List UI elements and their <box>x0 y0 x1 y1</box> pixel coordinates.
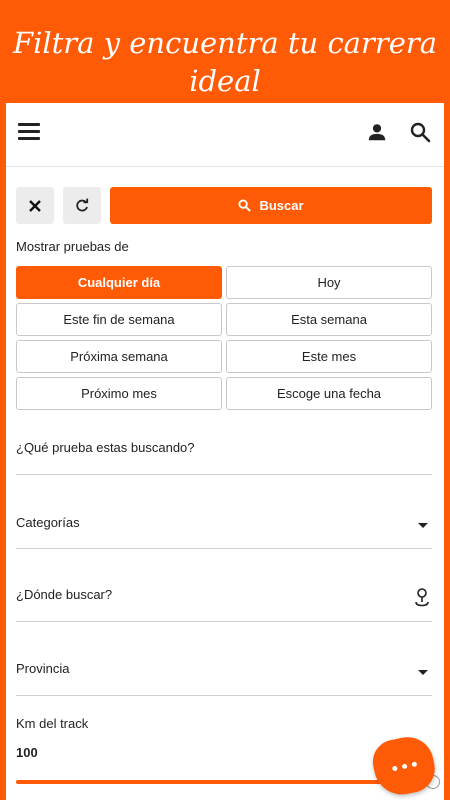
location-field[interactable]: ¿Dónde buscar? <box>16 573 432 622</box>
chevron-down-icon <box>418 523 428 528</box>
close-icon <box>29 199 41 212</box>
menu-icon[interactable] <box>18 123 40 140</box>
banner-title-line1: Filtra y encuentra tu carrera <box>12 26 438 60</box>
province-select[interactable]: Provincia <box>16 647 432 696</box>
chat-dot-icon <box>391 765 398 772</box>
search-button-label: Buscar <box>259 198 304 213</box>
user-icon[interactable] <box>366 121 388 143</box>
race-search-field[interactable]: ¿Qué prueba estas buscando? <box>16 428 432 475</box>
date-option-this-month[interactable]: Este mes <box>226 340 432 373</box>
distance-slider-track[interactable] <box>16 780 426 784</box>
date-option-this-week[interactable]: Esta semana <box>226 303 432 336</box>
app-header <box>6 103 444 167</box>
category-placeholder: Categorías <box>16 515 80 530</box>
location-placeholder: ¿Dónde buscar? <box>16 587 113 602</box>
date-option-today[interactable]: Hoy <box>226 266 432 299</box>
category-select[interactable]: Categorías <box>16 501 432 549</box>
chevron-down-icon <box>418 670 428 675</box>
search-icon <box>238 199 252 212</box>
app-screen: Buscar Mostrar pruebas de Cualquier día … <box>6 103 444 800</box>
distance-label: Km del track <box>16 716 89 731</box>
date-option-any-day[interactable]: Cualquier día <box>16 266 222 299</box>
chat-dot-icon <box>410 760 417 767</box>
race-search-placeholder: ¿Qué prueba estas buscando? <box>16 440 195 455</box>
refresh-icon <box>76 198 89 211</box>
date-option-next-month[interactable]: Próximo mes <box>16 377 222 410</box>
province-placeholder: Provincia <box>16 661 70 676</box>
promo-banner: Filtra y encuentra tu carrera ideal <box>0 0 450 103</box>
date-option-pick-date[interactable]: Escoge una fecha <box>226 377 432 410</box>
date-option-next-week[interactable]: Próxima semana <box>16 340 222 373</box>
date-filter-label: Mostrar pruebas de <box>16 239 129 254</box>
search-button[interactable]: Buscar <box>110 187 432 224</box>
search-icon[interactable] <box>408 120 432 144</box>
banner-title-line2: ideal <box>189 64 261 98</box>
clear-filters-button[interactable] <box>16 187 54 224</box>
distance-value: 100 <box>16 745 38 760</box>
date-option-this-weekend[interactable]: Este fin de semana <box>16 303 222 336</box>
chat-dot-icon <box>401 763 407 769</box>
refresh-button[interactable] <box>63 187 101 224</box>
location-pin-icon[interactable] <box>414 587 430 607</box>
